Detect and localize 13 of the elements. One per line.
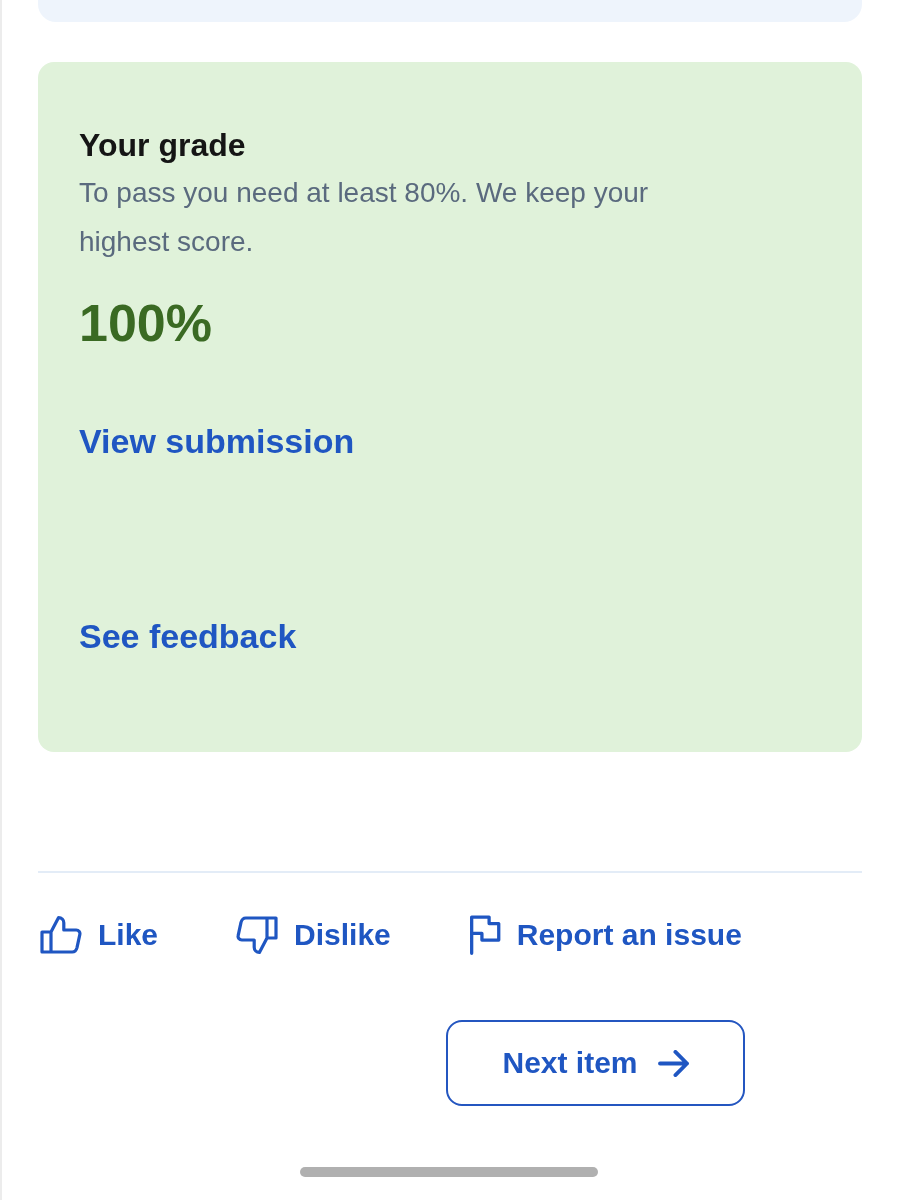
thumbs-down-icon — [236, 914, 279, 956]
dislike-button[interactable]: Dislike — [236, 913, 391, 957]
thumbs-up-icon — [40, 914, 82, 956]
arrow-right-icon — [657, 1049, 689, 1077]
grade-score: 100% — [79, 293, 212, 353]
view-submission-link[interactable]: View submission — [79, 419, 355, 463]
flag-icon — [468, 915, 501, 955]
report-issue-button[interactable]: Report an issue — [468, 913, 742, 957]
like-button[interactable]: Like — [40, 913, 159, 957]
see-feedback-link[interactable]: See feedback — [79, 614, 297, 658]
grade-description: To pass you need at least 80%. We keep your highest score. — [79, 176, 650, 259]
next-item-button[interactable]: Next item — [446, 1020, 745, 1106]
grade-title: Your grade — [79, 126, 246, 165]
